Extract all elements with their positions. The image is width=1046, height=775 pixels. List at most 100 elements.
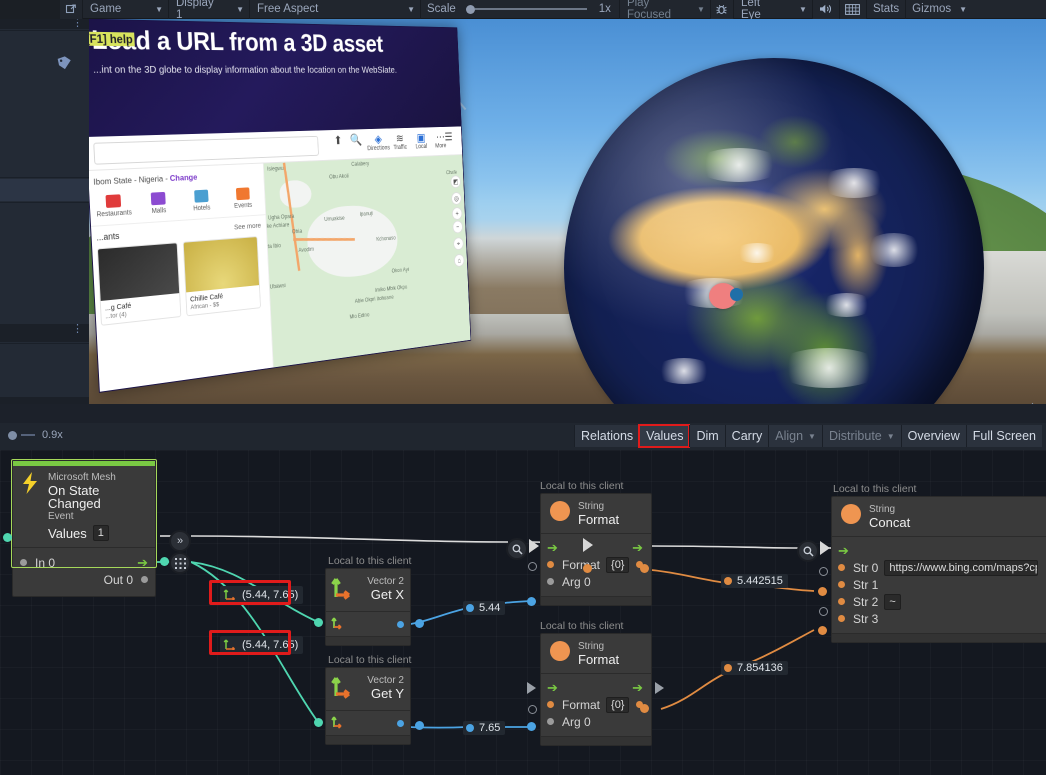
node-port-str0[interactable]: Str 0 https://www.bing.com/maps?cp bbox=[838, 559, 1038, 576]
browser-map[interactable]: Isiegwu Calabery Obu Akoli Chafe Ugha Op… bbox=[263, 154, 472, 369]
maximize-icon[interactable] bbox=[60, 0, 82, 19]
speaker-icon[interactable] bbox=[812, 0, 839, 19]
node-port-out[interactable]: Out 0 bbox=[20, 571, 148, 588]
map-layers-button[interactable]: ◩ bbox=[450, 175, 462, 189]
list-item[interactable]: ...g Café ...tor (4) bbox=[96, 242, 182, 326]
port-connected-dot[interactable] bbox=[818, 587, 827, 596]
web-slate-panel[interactable]: Load a URL from a 3D asset ...int on the… bbox=[89, 19, 472, 393]
visual-script-graph-canvas[interactable]: Microsoft Mesh On State Changed Event Va… bbox=[0, 450, 1046, 775]
scale-slider-knob[interactable] bbox=[465, 4, 475, 14]
port-value-field[interactable]: {0} bbox=[606, 556, 630, 573]
port-socket-icon[interactable] bbox=[819, 567, 828, 576]
node-prop-value[interactable]: 1 bbox=[92, 525, 109, 541]
map-zoom-out-button[interactable]: − bbox=[452, 220, 464, 234]
graph-zoom-control[interactable]: 0.9x bbox=[8, 429, 63, 441]
bug-icon[interactable] bbox=[710, 0, 733, 19]
panel-selected-row[interactable] bbox=[0, 179, 89, 201]
node-port-arg0[interactable]: Arg 0 bbox=[547, 713, 643, 730]
value-text: (5.44, 7.65) bbox=[242, 639, 299, 651]
panel-kebab-menu-top[interactable]: ⋮ bbox=[72, 19, 83, 29]
eye-mode-dropdown[interactable]: Left Eye ▼ bbox=[734, 0, 812, 21]
port-dot-icon[interactable] bbox=[838, 581, 845, 588]
tab-align[interactable]: Align ▼ bbox=[768, 425, 822, 447]
tab-relations[interactable]: Relations bbox=[574, 425, 640, 447]
node-flow-row[interactable]: ➔ bbox=[838, 542, 1038, 559]
port-dot-icon[interactable] bbox=[547, 561, 554, 568]
port-value-field[interactable]: ~ bbox=[884, 593, 901, 610]
port-connected-dot[interactable] bbox=[818, 626, 827, 635]
category-restaurants[interactable]: Restaurants bbox=[92, 194, 136, 219]
node-port-row[interactable] bbox=[331, 715, 404, 732]
node-port-str1[interactable]: Str 1 bbox=[838, 576, 1038, 593]
port-socket-icon[interactable] bbox=[528, 705, 537, 714]
node-port-row[interactable] bbox=[331, 616, 404, 633]
node-flow-row[interactable]: ➔ ➔ bbox=[547, 679, 643, 696]
play-mode-dropdown[interactable]: Play Focused ▼ bbox=[620, 0, 710, 21]
hamburger-menu-icon[interactable]: ☰ bbox=[441, 130, 455, 143]
port-socket-icon[interactable] bbox=[819, 607, 828, 616]
double-chevron-icon[interactable]: » bbox=[169, 530, 191, 552]
category-malls[interactable]: Malls bbox=[137, 191, 179, 216]
port-dot-icon[interactable] bbox=[838, 598, 845, 605]
node-flow-row[interactable]: ➔ ➔ bbox=[547, 539, 643, 556]
zoom-slider-track[interactable] bbox=[21, 434, 35, 436]
node-vector2-get-y[interactable]: Vector 2 Get Y bbox=[325, 667, 411, 745]
map-locate-button[interactable]: ⌂ bbox=[453, 253, 465, 268]
display-dropdown[interactable]: Display 1 ▼ bbox=[169, 0, 249, 21]
magnifier-icon[interactable] bbox=[797, 540, 819, 562]
browser-search-input[interactable] bbox=[93, 135, 319, 165]
tab-distribute[interactable]: Distribute ▼ bbox=[821, 425, 901, 447]
node-vector2-get-x[interactable]: Vector 2 Get X bbox=[325, 568, 411, 646]
port-dot-icon[interactable] bbox=[547, 578, 554, 585]
node-string-concat[interactable]: String Concat ➔ Str 0 https://www.bing.c… bbox=[831, 496, 1046, 643]
magnifier-icon[interactable] bbox=[506, 538, 528, 560]
flow-arrow-icon: ➔ bbox=[137, 555, 148, 570]
node-port-arg0[interactable]: Arg 0 bbox=[547, 573, 643, 590]
map-compass-button[interactable]: ◎ bbox=[451, 191, 462, 206]
tab-values[interactable]: Values bbox=[638, 424, 691, 448]
node-port-in[interactable]: In 0 ➔ bbox=[20, 554, 148, 571]
gizmos-dropdown-arrow[interactable]: ▼ bbox=[957, 0, 973, 19]
list-item[interactable]: Chillie Café African - $$ bbox=[182, 236, 261, 317]
node-string-format-1[interactable]: String Format ➔ ➔ Format {0} Arg 0 bbox=[540, 493, 652, 606]
node-port-str2[interactable]: Str 2 ~ bbox=[838, 593, 1038, 610]
category-hotels[interactable]: Hotels bbox=[181, 189, 222, 213]
tab-full-screen[interactable]: Full Screen bbox=[965, 425, 1042, 447]
zoom-slider-knob[interactable] bbox=[8, 430, 17, 440]
aspect-dropdown[interactable]: Free Aspect ▼ bbox=[250, 0, 420, 19]
view-mode-dropdown[interactable]: Game ▼ bbox=[83, 0, 168, 19]
node-port-format[interactable]: Format {0} bbox=[547, 696, 643, 713]
port-dot-icon[interactable] bbox=[397, 720, 404, 727]
node-string-format-2[interactable]: String Format ➔ ➔ Format {0} Arg 0 bbox=[540, 633, 652, 746]
globe-secondary-pin[interactable] bbox=[730, 288, 743, 301]
grid-dots-icon[interactable] bbox=[169, 552, 191, 574]
panel-kebab-menu-bottom[interactable]: ⋮ bbox=[72, 324, 83, 335]
scale-slider[interactable] bbox=[462, 0, 591, 19]
stats-button[interactable]: Stats bbox=[867, 0, 905, 19]
map-zoom-in-button[interactable]: + bbox=[451, 206, 463, 221]
gizmos-button[interactable]: Gizmos bbox=[906, 0, 957, 19]
port-dot-icon[interactable] bbox=[397, 621, 404, 628]
breadcrumb-change-link[interactable]: Change bbox=[170, 172, 198, 183]
scale-slider-track[interactable] bbox=[474, 8, 587, 10]
tab-dim[interactable]: Dim bbox=[689, 425, 725, 447]
grid-icon[interactable] bbox=[839, 0, 866, 19]
port-label: Arg 0 bbox=[562, 574, 591, 589]
port-dot-icon[interactable] bbox=[547, 718, 554, 725]
port-value-field-url[interactable]: https://www.bing.com/maps?cp bbox=[884, 559, 1038, 576]
port-dot-icon[interactable] bbox=[838, 615, 845, 622]
port-dot-icon[interactable] bbox=[838, 564, 845, 571]
tab-carry[interactable]: Carry bbox=[724, 425, 769, 447]
node-on-state-changed[interactable]: Microsoft Mesh On State Changed Event Va… bbox=[12, 460, 156, 597]
node-port-format[interactable]: Format {0} bbox=[547, 556, 643, 573]
node-footer bbox=[541, 596, 651, 605]
category-events[interactable]: Events bbox=[223, 187, 262, 211]
port-value-field[interactable]: {0} bbox=[606, 696, 630, 713]
node-port-str3[interactable]: Str 3 bbox=[838, 610, 1038, 627]
port-dot-icon[interactable] bbox=[547, 701, 554, 708]
tab-overview[interactable]: Overview bbox=[900, 425, 966, 447]
port-socket-icon[interactable] bbox=[528, 562, 537, 571]
section-title: ...ants bbox=[96, 230, 120, 243]
see-more-link[interactable]: See more bbox=[234, 221, 261, 232]
map-streetside-button[interactable]: ⌖ bbox=[453, 236, 464, 251]
